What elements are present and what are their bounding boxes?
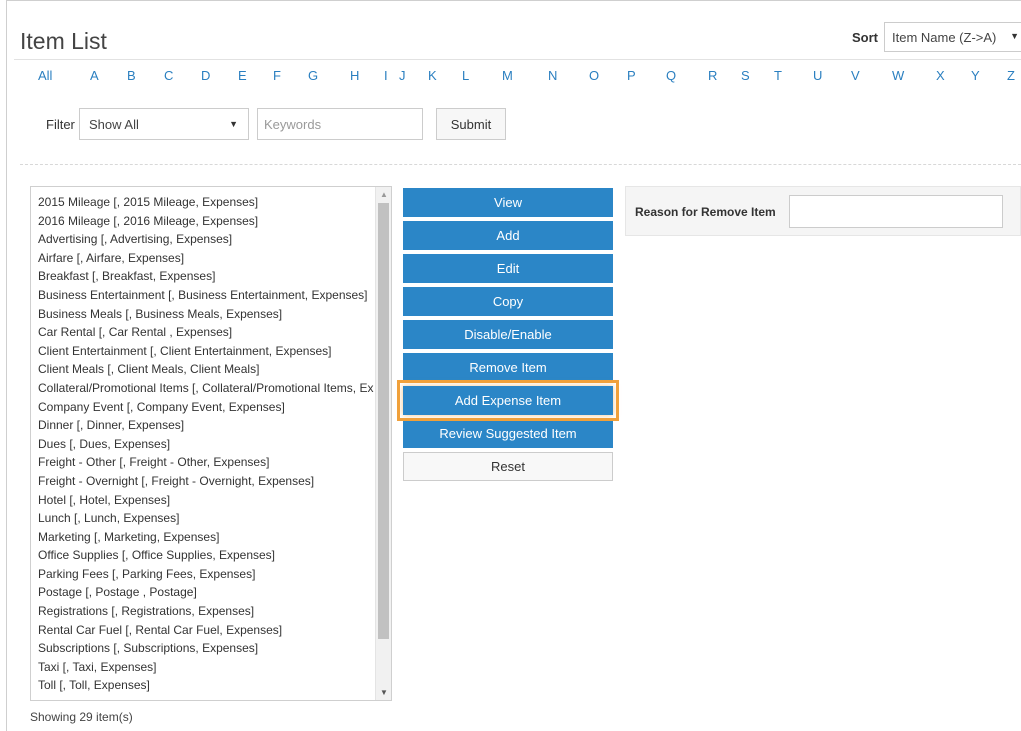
alpha-link[interactable]: All — [38, 68, 52, 83]
list-item[interactable]: Marketing [, Marketing, Expenses] — [38, 528, 374, 547]
list-item[interactable]: Office Supplies [, Office Supplies, Expe… — [38, 546, 374, 565]
alpha-link[interactable]: Y — [971, 68, 980, 83]
item-listbox[interactable]: 2015 Mileage [, 2015 Mileage, Expenses] … — [30, 186, 392, 701]
alpha-link[interactable]: E — [238, 68, 247, 83]
caret-down-icon: ▼ — [1010, 31, 1019, 41]
filter-selected-value: Show All — [89, 117, 139, 132]
list-item[interactable]: Business Entertainment [, Business Enter… — [38, 286, 374, 305]
item-count-status: Showing 29 item(s) — [30, 710, 133, 724]
list-item[interactable]: Freight - Other [, Freight - Other, Expe… — [38, 453, 374, 472]
list-item[interactable]: Airfare [, Airfare, Expenses] — [38, 249, 374, 268]
disable-enable-button[interactable]: Disable/Enable — [403, 320, 613, 349]
alpha-link[interactable]: O — [589, 68, 599, 83]
list-item[interactable]: 2015 Mileage [, 2015 Mileage, Expenses] — [38, 193, 374, 212]
list-item[interactable]: 2016 Mileage [, 2016 Mileage, Expenses] — [38, 212, 374, 231]
reason-label: Reason for Remove Item — [635, 205, 776, 219]
list-item[interactable]: Freight - Overnight [, Freight - Overnig… — [38, 472, 374, 491]
list-item[interactable]: Taxi [, Taxi, Expenses] — [38, 658, 374, 677]
list-item[interactable]: Registrations [, Registrations, Expenses… — [38, 602, 374, 621]
alpha-link[interactable]: N — [548, 68, 557, 83]
filter-select[interactable]: Show All ▼ — [79, 108, 249, 140]
list-item[interactable]: Lunch [, Lunch, Expenses] — [38, 509, 374, 528]
alpha-link[interactable]: Z — [1007, 68, 1015, 83]
section-divider — [20, 164, 1021, 165]
list-item[interactable]: Rental Car Fuel [, Rental Car Fuel, Expe… — [38, 621, 374, 640]
alpha-link[interactable]: H — [350, 68, 359, 83]
alpha-link[interactable]: C — [164, 68, 173, 83]
scroll-thumb[interactable] — [378, 203, 389, 639]
alpha-link[interactable]: J — [399, 68, 406, 83]
list-item[interactable]: Dinner [, Dinner, Expenses] — [38, 416, 374, 435]
review-suggested-item-button[interactable]: Review Suggested Item — [403, 419, 613, 448]
scroll-up-arrow-icon[interactable]: ▲ — [380, 190, 388, 199]
alpha-link[interactable]: M — [502, 68, 513, 83]
list-item[interactable]: Advertising [, Advertising, Expenses] — [38, 230, 374, 249]
alpha-link[interactable]: U — [813, 68, 822, 83]
action-buttons: View Add Edit Copy Disable/Enable Remove… — [397, 188, 619, 485]
list-item[interactable]: Client Meals [, Client Meals, Client Mea… — [38, 360, 374, 379]
list-item[interactable]: Client Entertainment [, Client Entertain… — [38, 342, 374, 361]
alpha-link[interactable]: I — [384, 68, 388, 83]
view-button[interactable]: View — [403, 188, 613, 217]
alpha-link[interactable]: K — [428, 68, 437, 83]
sort-selected-value: Item Name (Z->A) — [892, 29, 997, 45]
keywords-input[interactable] — [257, 108, 423, 140]
filter-label: Filter — [46, 117, 75, 132]
scroll-down-arrow-icon[interactable]: ▼ — [380, 688, 388, 697]
alpha-link[interactable]: S — [741, 68, 750, 83]
submit-button[interactable]: Submit — [436, 108, 506, 140]
reason-panel: Reason for Remove Item — [625, 186, 1021, 236]
alpha-link[interactable]: F — [273, 68, 281, 83]
list-item[interactable]: Breakfast [, Breakfast, Expenses] — [38, 267, 374, 286]
reset-button[interactable]: Reset — [403, 452, 613, 481]
list-item[interactable]: Hotel [, Hotel, Expenses] — [38, 491, 374, 510]
copy-button[interactable]: Copy — [403, 287, 613, 316]
alpha-link[interactable]: L — [462, 68, 469, 83]
alpha-link[interactable]: Q — [666, 68, 676, 83]
list-item[interactable]: Subscriptions [, Subscriptions, Expenses… — [38, 639, 374, 658]
list-item[interactable]: Toll [, Toll, Expenses] — [38, 676, 374, 695]
reason-input[interactable] — [789, 195, 1003, 228]
alpha-link[interactable]: D — [201, 68, 210, 83]
alpha-link[interactable]: R — [708, 68, 717, 83]
sort-label: Sort — [852, 29, 878, 45]
alpha-link[interactable]: W — [892, 68, 904, 83]
list-item[interactable]: Parking Fees [, Parking Fees, Expenses] — [38, 565, 374, 584]
alpha-link[interactable]: T — [774, 68, 782, 83]
list-item[interactable]: Car Rental [, Car Rental , Expenses] — [38, 323, 374, 342]
alpha-link[interactable]: A — [90, 68, 99, 83]
edit-button[interactable]: Edit — [403, 254, 613, 283]
caret-down-icon: ▼ — [229, 119, 238, 129]
list-item[interactable]: Postage [, Postage , Postage] — [38, 583, 374, 602]
list-item[interactable]: Company Event [, Company Event, Expenses… — [38, 398, 374, 417]
alpha-link[interactable]: B — [127, 68, 136, 83]
list-scrollbar[interactable]: ▲ ▼ — [375, 187, 391, 700]
alpha-link[interactable]: P — [627, 68, 636, 83]
sort-control: Sort Item Name (Z->A) ▼ — [852, 22, 1021, 52]
list-item[interactable]: Dues [, Dues, Expenses] — [38, 435, 374, 454]
list-item[interactable]: Business Meals [, Business Meals, Expens… — [38, 305, 374, 324]
remove-item-button[interactable]: Remove Item — [403, 353, 613, 382]
alphabet-filter-bar: All A B C D E F G H I J K L M N O P Q R … — [14, 59, 1021, 87]
add-expense-item-button[interactable]: Add Expense Item — [397, 380, 619, 421]
alpha-link[interactable]: G — [308, 68, 318, 83]
sort-select[interactable]: Item Name (Z->A) ▼ — [884, 22, 1021, 52]
add-button[interactable]: Add — [403, 221, 613, 250]
alpha-link[interactable]: V — [851, 68, 860, 83]
alpha-link[interactable]: X — [936, 68, 945, 83]
page-title: Item List — [20, 28, 107, 54]
list-item[interactable]: Collateral/Promotional Items [, Collater… — [38, 379, 374, 398]
